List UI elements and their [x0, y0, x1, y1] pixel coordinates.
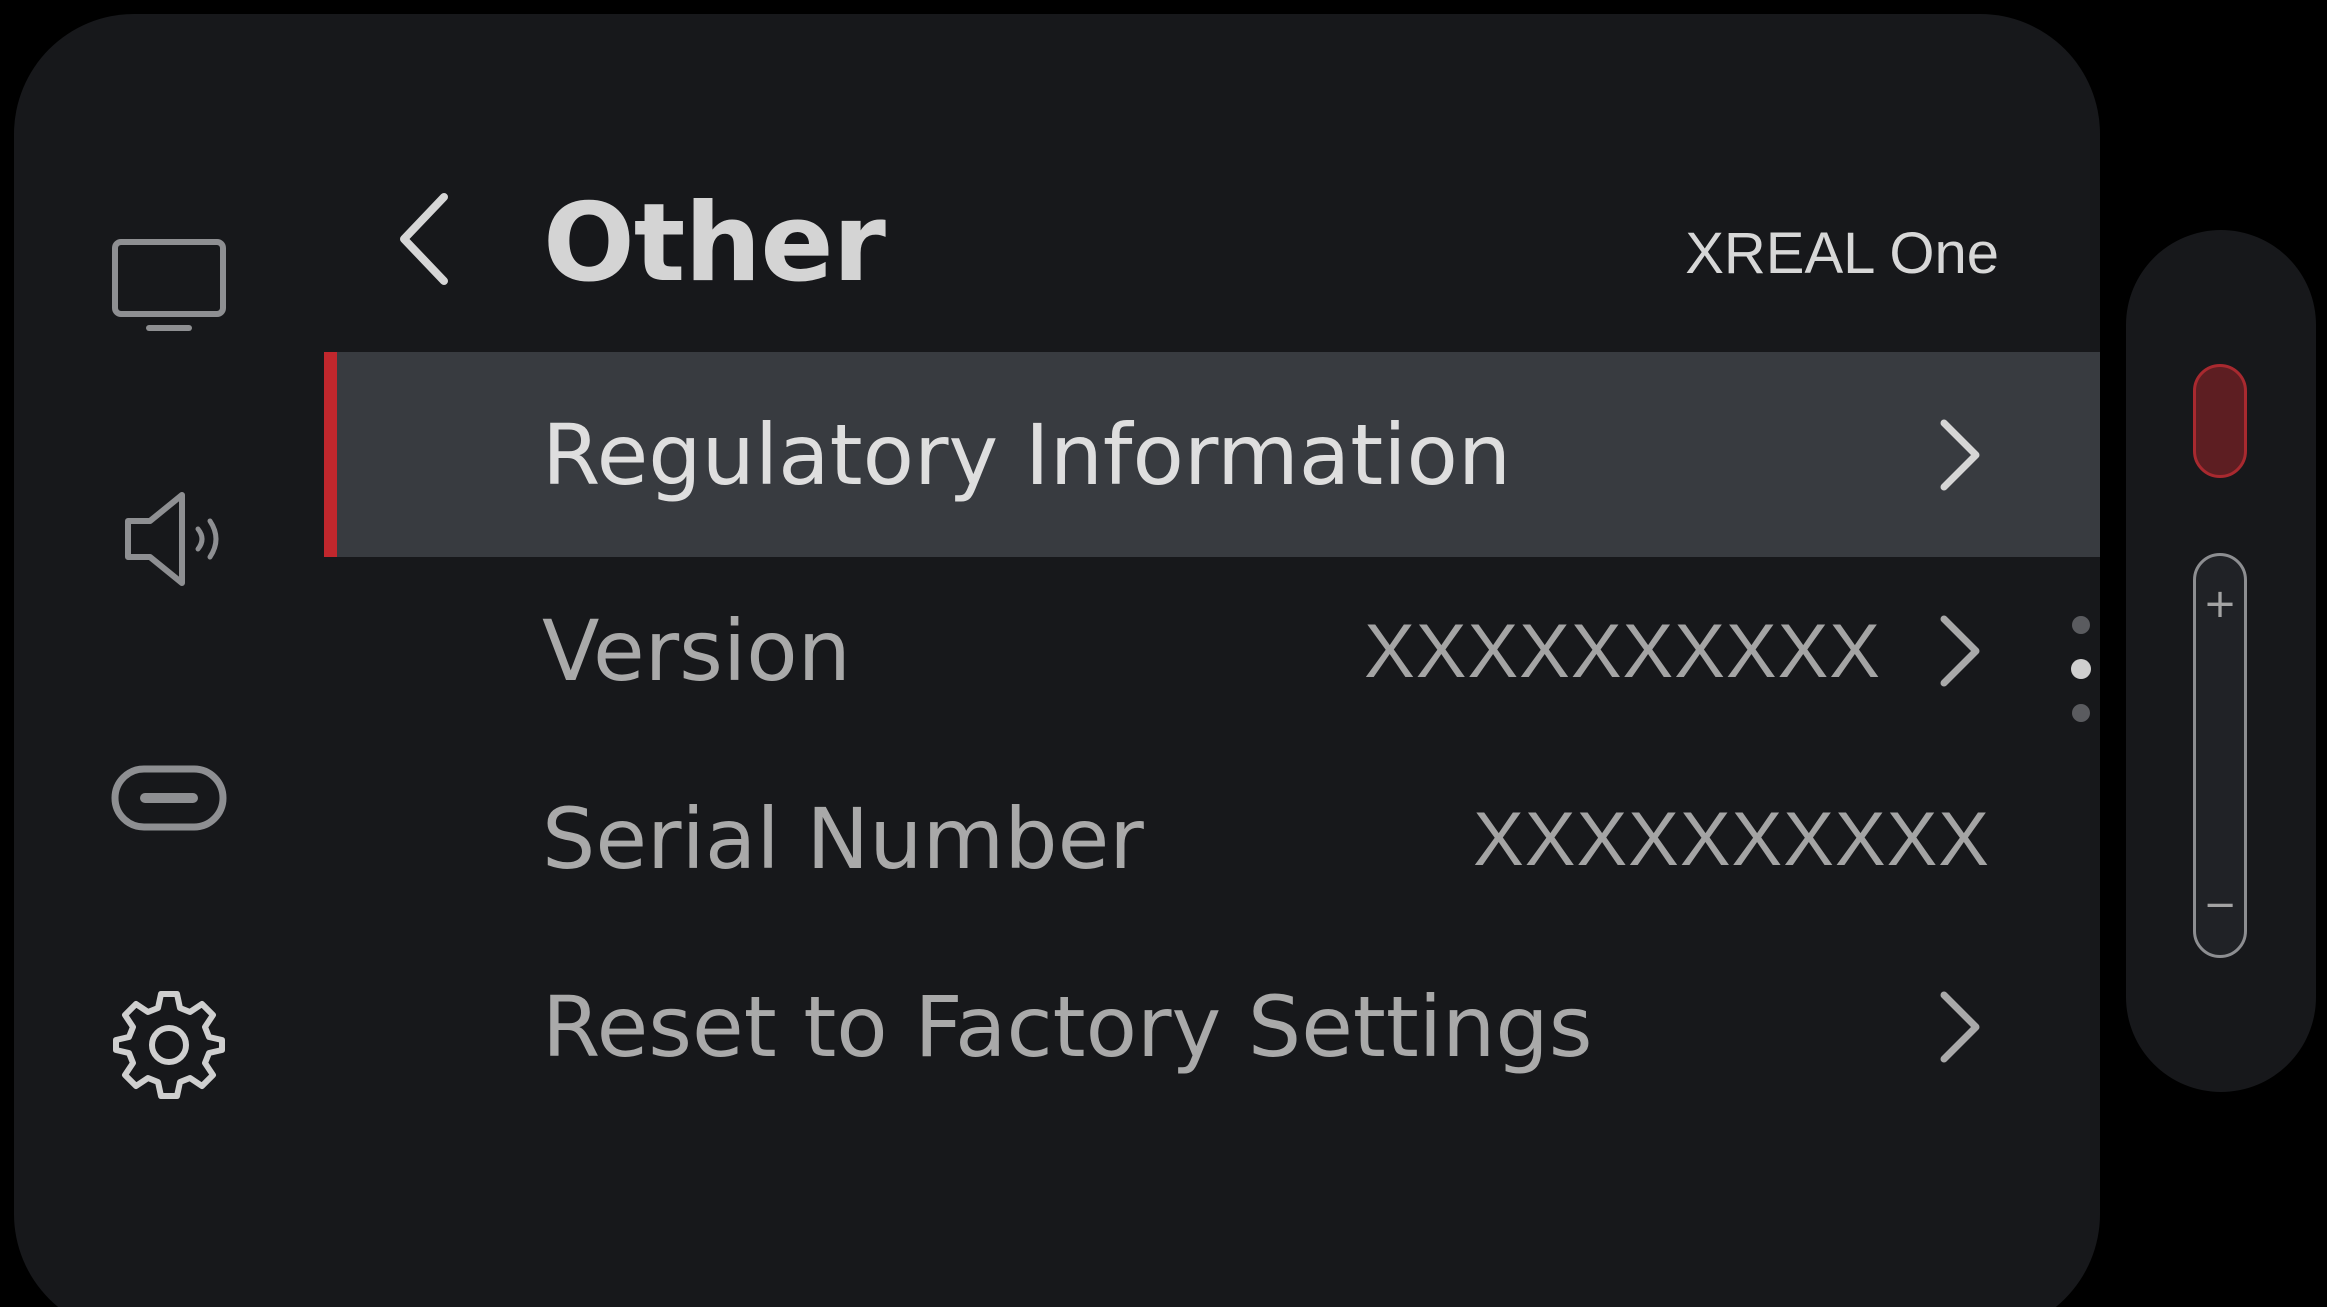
serial-number-value: XXXXXXXXXX — [1473, 796, 1990, 882]
chevron-right-icon — [1931, 606, 1991, 696]
plus-icon[interactable]: + — [2196, 584, 2244, 624]
menu-item-version[interactable]: Version XXXXXXXXXX — [324, 557, 2100, 745]
settings-panel: Other XREAL One Regulatory Information V… — [14, 14, 2100, 1307]
sidebar-item-settings[interactable] — [104, 980, 234, 1110]
menu-item-regulatory-information[interactable]: Regulatory Information — [324, 352, 2100, 557]
chevron-left-icon — [400, 193, 448, 285]
sidebar-item-sound[interactable] — [110, 474, 240, 604]
settings-list: Regulatory Information Version XXXXXXXXX… — [324, 352, 2100, 1121]
speaker-icon — [125, 492, 219, 586]
menu-item-label: Regulatory Information — [542, 405, 1512, 504]
gear-icon — [113, 991, 225, 1099]
page-indicator — [2069, 616, 2093, 747]
menu-item-label: Serial Number — [542, 790, 1144, 888]
screen: Other XREAL One Regulatory Information V… — [0, 0, 2327, 1307]
mode-button[interactable] — [2193, 364, 2247, 478]
side-control-panel: + − — [2126, 230, 2316, 1092]
menu-item-serial-number: Serial Number XXXXXXXXXX — [324, 745, 2100, 933]
chevron-right-icon — [1931, 410, 1991, 500]
device-name: XREAL One — [1685, 221, 1999, 286]
minus-icon[interactable]: − — [2196, 885, 2244, 925]
page-dot — [2072, 704, 2090, 722]
page-title: Other — [543, 181, 886, 306]
menu-item-label: Version — [542, 602, 851, 700]
display-icon — [112, 239, 226, 331]
version-value: XXXXXXXXXX — [1364, 608, 1881, 694]
menu-item-reset-factory-settings[interactable]: Reset to Factory Settings — [324, 933, 2100, 1121]
selection-indicator — [324, 352, 337, 557]
page-dot-active — [2071, 659, 2091, 679]
usb-c-port-icon — [111, 765, 227, 831]
volume-slider[interactable]: + − — [2193, 553, 2247, 958]
page-dot — [2072, 616, 2090, 634]
back-button[interactable] — [379, 174, 469, 304]
menu-item-label: Reset to Factory Settings — [542, 978, 1593, 1076]
sidebar-item-port[interactable] — [104, 733, 234, 863]
chevron-right-icon — [1931, 982, 1991, 1072]
sidebar-item-display[interactable] — [104, 221, 234, 351]
